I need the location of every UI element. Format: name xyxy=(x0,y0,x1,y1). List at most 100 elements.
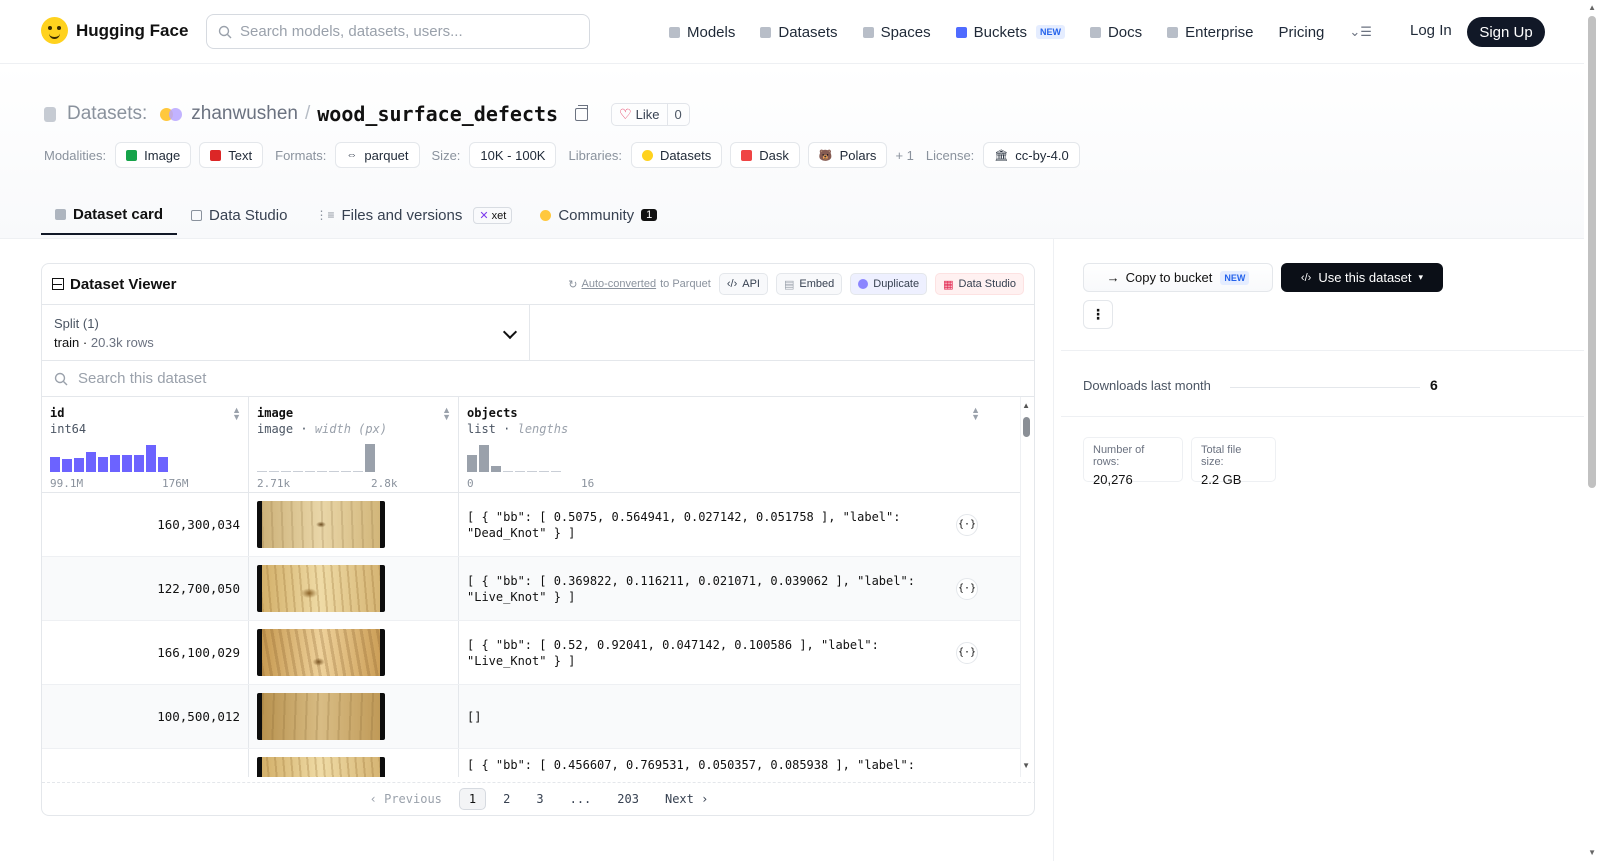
tag-text[interactable]: Text xyxy=(199,142,264,168)
column-header-objects[interactable]: objects list · lengths ▲ ▼ 0 16 xyxy=(459,397,1002,492)
table-row[interactable]: 166,100,029 [ { "bb": [ 0.52, 0.92041, 0… xyxy=(42,621,1034,685)
table-row[interactable]: 160,300,034 [ { "bb": [ 0.5075, 0.564941… xyxy=(42,493,1034,557)
histogram-bar[interactable] xyxy=(353,471,363,472)
tag-license[interactable]: 🏛 cc-by-4.0 xyxy=(983,142,1080,168)
json-view-icon[interactable]: {·} xyxy=(956,514,978,536)
histogram-bar[interactable] xyxy=(50,457,60,472)
row-thumbnail[interactable] xyxy=(257,501,385,548)
json-view-icon[interactable]: {·} xyxy=(956,578,978,600)
histogram-bar[interactable] xyxy=(491,466,501,472)
histogram-bar[interactable] xyxy=(134,455,144,472)
histogram-bar[interactable] xyxy=(365,444,375,472)
more-menu-button[interactable]: ⌄☰ xyxy=(1349,20,1372,44)
nav-spaces[interactable]: Spaces xyxy=(862,20,931,44)
copy-icon[interactable] xyxy=(575,104,589,121)
data-studio-button[interactable]: ▦ Data Studio xyxy=(935,273,1024,295)
sort-icon[interactable]: ▲ ▼ xyxy=(442,406,451,422)
nav-enterprise[interactable]: Enterprise xyxy=(1167,20,1254,44)
row-thumbnail[interactable] xyxy=(257,629,385,676)
page-3-button[interactable]: 3 xyxy=(527,789,552,809)
copy-to-bucket-button[interactable]: → Copy to bucket NEW xyxy=(1083,263,1273,292)
tab-community[interactable]: Community 1 xyxy=(526,195,671,235)
histogram-bar[interactable] xyxy=(305,471,315,472)
tag-image[interactable]: Image xyxy=(115,142,192,168)
sort-icon[interactable]: ▲ ▼ xyxy=(232,406,241,422)
page-2-button[interactable]: 2 xyxy=(494,789,519,809)
scroll-down-icon[interactable]: ▼ xyxy=(1022,761,1030,770)
previous-page-button[interactable]: ‹ Previous xyxy=(361,789,451,809)
libraries-more[interactable]: + 1 xyxy=(895,148,913,163)
tag-dask[interactable]: Dask xyxy=(730,142,800,168)
nav-datasets[interactable]: Datasets xyxy=(760,20,838,44)
table-row[interactable]: [ { "bb": [ 0.456607, 0.769531, 0.050357… xyxy=(42,749,1034,777)
histogram-bar[interactable] xyxy=(551,471,561,472)
histogram-bar[interactable] xyxy=(74,458,84,472)
embed-button[interactable]: ▤ Embed xyxy=(775,273,843,295)
row-thumbnail[interactable] xyxy=(257,565,385,612)
tab-data-studio[interactable]: Data Studio xyxy=(177,195,301,235)
use-this-dataset-button[interactable]: ‹/› Use this dataset ▾ xyxy=(1281,263,1443,292)
histogram-bar[interactable] xyxy=(329,471,339,472)
like-button[interactable]: ♡ Like 0 xyxy=(611,102,690,126)
histogram-bar[interactable] xyxy=(269,471,279,472)
table-scrollbar[interactable]: ▲ ▼ xyxy=(1020,397,1034,777)
histogram-bar[interactable] xyxy=(341,471,351,472)
histogram-bar[interactable] xyxy=(317,471,327,472)
json-view-icon[interactable]: {·} xyxy=(956,642,978,664)
histogram-bar[interactable] xyxy=(479,445,489,472)
brand-logo[interactable]: Hugging Face xyxy=(41,17,188,44)
tab-dataset-card[interactable]: Dataset card xyxy=(41,195,178,235)
auto-converted-link[interactable]: Auto-converted xyxy=(581,278,656,290)
page-scroll-thumb[interactable] xyxy=(1588,16,1596,488)
column-header-id[interactable]: id int64 ▲ ▼ 99.1M 176M xyxy=(42,397,249,492)
repo-name-link[interactable]: wood_surface_defects xyxy=(317,102,558,126)
scroll-up-icon[interactable]: ▲ xyxy=(1588,3,1596,12)
tag-polars[interactable]: 🐻 Polars xyxy=(807,142,888,168)
more-options-button[interactable]: ⋮ xyxy=(1083,300,1113,329)
table-row[interactable]: 122,700,050 [ { "bb": [ 0.369822, 0.1162… xyxy=(42,557,1034,621)
scroll-up-icon[interactable]: ▲ xyxy=(1022,401,1030,410)
scroll-thumb[interactable] xyxy=(1023,417,1030,437)
page-last-button[interactable]: 203 xyxy=(608,789,648,809)
repo-owner-link[interactable]: zhanwushen xyxy=(191,103,298,125)
global-search-input[interactable] xyxy=(240,23,560,40)
split-selector[interactable]: Split (1) train · 20.3k rows xyxy=(42,305,530,360)
page-1-button[interactable]: 1 xyxy=(458,788,487,810)
histogram-bar[interactable] xyxy=(98,457,108,472)
dataset-search[interactable] xyxy=(42,361,1034,397)
histogram-bar[interactable] xyxy=(539,471,549,472)
histogram-bar[interactable] xyxy=(467,455,477,472)
histogram-bar[interactable] xyxy=(122,455,132,472)
tag-size[interactable]: 10K - 100K xyxy=(469,142,557,168)
sort-icon[interactable]: ▲ ▼ xyxy=(971,406,980,422)
histogram-bar[interactable] xyxy=(62,459,72,472)
histogram-bar[interactable] xyxy=(110,455,120,472)
dataset-search-input[interactable] xyxy=(78,370,578,387)
login-link[interactable]: Log In xyxy=(1410,22,1452,39)
histogram-bar[interactable] xyxy=(527,471,537,472)
row-thumbnail[interactable] xyxy=(257,757,385,777)
histogram-bar[interactable] xyxy=(503,471,513,472)
histogram-bar[interactable] xyxy=(257,471,267,472)
signup-button[interactable]: Sign Up xyxy=(1467,17,1545,47)
row-thumbnail[interactable] xyxy=(257,693,385,740)
tag-datasets-lib[interactable]: Datasets xyxy=(630,142,723,168)
scroll-down-icon[interactable]: ▼ xyxy=(1588,848,1596,857)
nav-buckets[interactable]: Buckets NEW xyxy=(955,20,1065,44)
nav-pricing[interactable]: Pricing xyxy=(1279,20,1325,44)
next-page-button[interactable]: Next › xyxy=(656,789,717,809)
histogram-bar[interactable] xyxy=(293,471,303,472)
api-button[interactable]: ‹/› API xyxy=(718,273,768,295)
nav-docs[interactable]: Docs xyxy=(1089,20,1142,44)
avatar[interactable] xyxy=(160,106,184,122)
table-row[interactable]: 100,500,012 [] xyxy=(42,685,1034,749)
section-label[interactable]: Datasets: xyxy=(67,103,147,125)
duplicate-button[interactable]: Duplicate xyxy=(850,273,928,295)
histogram-bar[interactable] xyxy=(146,445,156,472)
tab-files[interactable]: ⋮≡ Files and versions ✕ xet xyxy=(301,195,526,235)
tag-parquet[interactable]: ⇔ parquet xyxy=(335,142,420,168)
column-header-image[interactable]: image image · width (px) ▲ ▼ 2.71k 2.8k xyxy=(249,397,459,492)
histogram-bar[interactable] xyxy=(281,471,291,472)
global-search[interactable] xyxy=(206,14,590,49)
histogram-bar[interactable] xyxy=(515,471,525,472)
